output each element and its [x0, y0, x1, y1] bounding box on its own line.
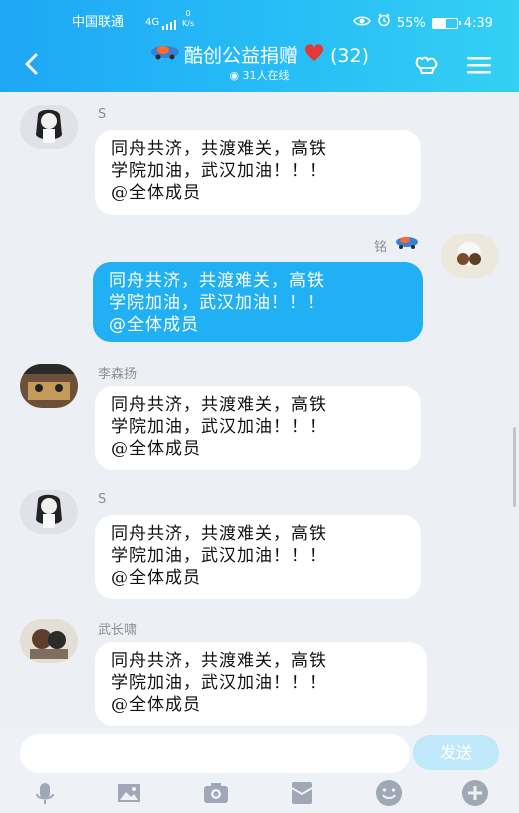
- avatar-s-1[interactable]: [20, 105, 78, 149]
- plus-icon: [462, 780, 488, 806]
- chat-list[interactable]: S 同舟共济，共渡难关，高铁 学院加油，武汉加油！！！ @全体成员 铭 同舟共济…: [0, 92, 519, 728]
- group-button[interactable]: [413, 51, 441, 79]
- send-button[interactable]: 发送: [413, 735, 499, 770]
- eye-icon: [353, 14, 371, 34]
- chat-scrollbar[interactable]: [513, 427, 516, 507]
- message-bubble[interactable]: 同舟共济，共渡难关，高铁 学院加油，武汉加油！！！ @全体成员: [95, 515, 421, 599]
- message-bubble-self[interactable]: 同舟共济，共渡难关，高铁 学院加油，武汉加油！！！ @全体成员: [93, 262, 423, 342]
- message-bubble[interactable]: 同舟共济，共渡难关，高铁 学院加油，武汉加油！！！ @全体成员: [95, 642, 427, 726]
- avatar-wu-changxiao[interactable]: [20, 619, 78, 663]
- emoji-button[interactable]: [374, 778, 404, 808]
- red-packet-button[interactable]: [287, 778, 317, 808]
- voice-button[interactable]: [30, 778, 60, 808]
- skateboard-icon: [395, 233, 419, 255]
- image-button[interactable]: [114, 778, 144, 808]
- sender-name: 武长啸: [98, 623, 138, 638]
- menu-button[interactable]: [465, 51, 493, 79]
- sender-name: S: [98, 107, 107, 122]
- time-text: 4:39: [463, 15, 493, 31]
- microphone-icon: [36, 783, 54, 804]
- red-packet-icon: [291, 782, 313, 804]
- skateboard-icon: [150, 42, 180, 69]
- message-composer: 发送: [0, 728, 519, 813]
- group-title: 酷创公益捐赠 (32): [150, 42, 369, 69]
- message-bubble[interactable]: 同舟共济，共渡难关，高铁 学院加油，武汉加油！！！ @全体成员: [95, 386, 421, 470]
- battery-text: 55%: [396, 15, 426, 31]
- camera-icon: [204, 783, 228, 803]
- sender-name: 李森扬: [98, 367, 138, 382]
- online-text: 31人在线: [242, 69, 290, 82]
- signal-text: 4G: [145, 17, 160, 28]
- battery-icon: [431, 18, 461, 29]
- alarm-icon: [377, 13, 391, 34]
- message-input[interactable]: [20, 734, 410, 773]
- carrier-text: 中国联通: [72, 15, 125, 30]
- camera-button[interactable]: [201, 778, 231, 808]
- top-bar: 中国联通 4G 0 K/s 55% 4:39 酷创公益捐赠 (32) ◉ 31人…: [0, 0, 519, 92]
- sender-name: S: [98, 492, 107, 507]
- network-speed: 0 K/s: [182, 9, 194, 29]
- heart-icon: [302, 42, 326, 69]
- avatar-ming[interactable]: [441, 234, 499, 278]
- network-speed-unit: K/s: [182, 19, 195, 28]
- image-icon: [118, 784, 140, 802]
- avatar-s-2[interactable]: [20, 490, 78, 534]
- more-button[interactable]: [460, 778, 490, 808]
- online-icon: ◉: [229, 69, 240, 82]
- group-name: 酷创公益捐赠: [183, 44, 298, 67]
- signal-icon: [162, 17, 180, 37]
- menu-icon: [467, 57, 491, 74]
- status-right: 55% 4:39: [353, 13, 493, 34]
- network-speed-value: 0: [185, 9, 191, 18]
- status-bar: 中国联通 4G 0 K/s 55% 4:39: [0, 9, 519, 34]
- emoji-icon: [376, 780, 402, 806]
- online-status: ◉ 31人在线: [0, 69, 519, 83]
- group-title-area: 酷创公益捐赠 (32) ◉ 31人在线: [0, 42, 519, 83]
- group-icon: [415, 56, 438, 74]
- sender-name: 铭: [374, 240, 388, 255]
- message-bubble[interactable]: 同舟共济，共渡难关，高铁 学院加油，武汉加油！！！ @全体成员: [95, 130, 421, 215]
- member-count: (32): [330, 44, 370, 67]
- avatar-li-senyang[interactable]: [20, 364, 78, 408]
